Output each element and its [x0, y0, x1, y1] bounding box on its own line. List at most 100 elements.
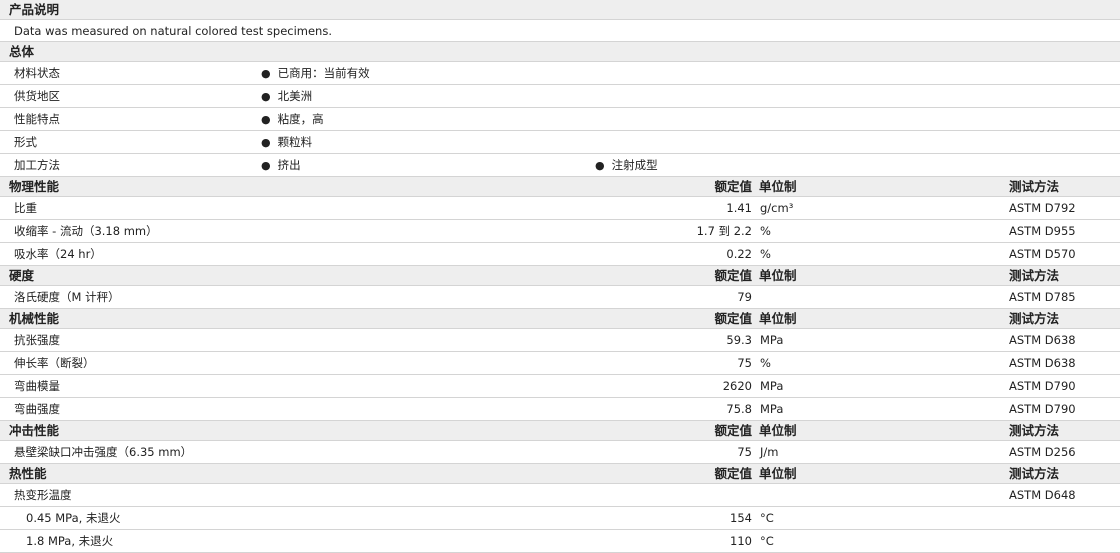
nominal-value: 110	[730, 534, 752, 548]
property-value-text: 颗粒料	[277, 135, 313, 149]
test-method-column-header: 测试方法	[1009, 268, 1060, 283]
property-label: 性能特点	[14, 112, 60, 126]
section-title: 物理性能	[9, 179, 60, 194]
general-rows: 材料状态 ● 已商用：当前有效 供货地区 ● 北美洲 性能特点 ● 粘度，高 形式 ● 颗粒料 加工方法…	[0, 62, 1120, 177]
property-label: 吸水率（24 hr）	[14, 247, 102, 261]
property-label: 热变形温度	[14, 488, 72, 502]
test-method: ASTM D570	[1009, 247, 1076, 261]
property-value-text: 北美洲	[277, 89, 313, 103]
hardness-header: 硬度 额定值 单位制 测试方法	[0, 266, 1120, 286]
test-method: ASTM D785	[1009, 290, 1076, 304]
general-row: 形式 ● 颗粒料	[0, 131, 1120, 154]
nominal-value: 75.8	[726, 402, 752, 416]
nominal-column-header: 额定值	[714, 179, 752, 194]
test-method: ASTM D790	[1009, 402, 1076, 416]
section-title: 机械性能	[9, 311, 60, 326]
property-label: 弯曲强度	[14, 402, 60, 416]
property-label: 1.8 MPa, 未退火	[26, 534, 114, 548]
product-description-row: Data was measured on natural colored tes…	[0, 20, 1120, 42]
nominal-value: 1.41	[726, 201, 752, 215]
property-value-text: 挤出	[277, 158, 301, 172]
property-label: 伸长率（断裂）	[14, 356, 95, 370]
property-label: 0.45 MPa, 未退火	[26, 511, 121, 525]
property-row: 1.8 MPa, 未退火 110 °C	[0, 530, 1120, 553]
unit-value: %	[760, 247, 771, 261]
bullet-icon: ●	[261, 159, 271, 172]
nominal-value: 2620	[722, 379, 752, 393]
thermal-header: 热性能 额定值 单位制 测试方法	[0, 464, 1120, 484]
property-label: 收缩率 - 流动（3.18 mm）	[14, 224, 158, 238]
product-description-text: Data was measured on natural colored tes…	[14, 24, 332, 38]
property-value: ● 颗粒料	[261, 131, 312, 154]
property-label: 加工方法	[14, 158, 60, 172]
property-value: ● 注射成型	[595, 154, 658, 177]
property-row: 弯曲强度 75.8 MPa ASTM D790	[0, 398, 1120, 421]
property-value-text: 粘度，高	[277, 112, 324, 126]
unit-column-header: 单位制	[759, 268, 797, 283]
unit-value: MPa	[760, 402, 784, 416]
unit-value: %	[760, 224, 771, 238]
mechanical-header: 机械性能 额定值 单位制 测试方法	[0, 309, 1120, 329]
unit-column-header: 单位制	[759, 466, 797, 481]
property-value: ● 已商用：当前有效	[261, 62, 370, 85]
section-title: 冲击性能	[9, 423, 60, 438]
test-method: ASTM D648	[1009, 488, 1076, 502]
property-label: 材料状态	[14, 66, 60, 80]
property-sections: 物理性能 额定值 单位制 测试方法 比重 1.41 g/cm³ ASTM D792 收缩率 - …	[0, 177, 1120, 553]
nominal-value: 75	[737, 445, 752, 459]
property-row: 伸长率（断裂） 75% ASTM D638	[0, 352, 1120, 375]
section-title: 热性能	[9, 466, 47, 481]
section-title: 硬度	[9, 268, 35, 283]
property-value-text: 注射成型	[611, 158, 658, 172]
property-label: 洛氏硬度（M 计秤）	[14, 290, 120, 304]
test-method-column-header: 测试方法	[1009, 311, 1060, 326]
general-header: 总体	[0, 42, 1120, 62]
nominal-value: 154	[730, 511, 752, 525]
datasheet: 产品说明 Data was measured on natural colore…	[0, 0, 1120, 553]
property-row: 收缩率 - 流动（3.18 mm） 1.7 到 2.2% ASTM D955	[0, 220, 1120, 243]
test-method: ASTM D638	[1009, 333, 1076, 347]
property-value: ● 粘度，高	[261, 108, 324, 131]
nominal-column-header: 额定值	[714, 268, 752, 283]
section-title: 总体	[9, 44, 35, 59]
property-label: 形式	[14, 135, 37, 149]
unit-value: J/m	[760, 445, 779, 459]
physical-header: 物理性能 额定值 单位制 测试方法	[0, 177, 1120, 197]
test-method: ASTM D790	[1009, 379, 1076, 393]
property-value-text: 已商用：当前有效	[277, 66, 370, 80]
test-method: ASTM D638	[1009, 356, 1076, 370]
bullet-icon: ●	[595, 159, 605, 172]
nominal-column-header: 额定值	[714, 423, 752, 438]
nominal-value: 0.22	[726, 247, 752, 261]
property-row: 悬壁梁缺口冲击强度（6.35 mm） 75 J/m ASTM D256	[0, 441, 1120, 464]
nominal-column-header: 额定值	[714, 311, 752, 326]
unit-value: °C	[760, 511, 774, 525]
bullet-icon: ●	[261, 90, 271, 103]
property-label: 弯曲模量	[14, 379, 60, 393]
general-row: 材料状态 ● 已商用：当前有效	[0, 62, 1120, 85]
property-row: 0.45 MPa, 未退火 154 °C	[0, 507, 1120, 530]
property-label: 抗张强度	[14, 333, 60, 347]
bullet-icon: ●	[261, 113, 271, 126]
unit-value: MPa	[760, 379, 784, 393]
nominal-value: 59.3	[726, 333, 752, 347]
general-row: 加工方法 ● 挤出 ● 注射成型	[0, 154, 1120, 177]
property-row: 吸水率（24 hr） 0.22% ASTM D570	[0, 243, 1120, 266]
unit-value: %	[760, 356, 771, 370]
section-title: 产品说明	[9, 2, 60, 17]
property-label: 比重	[14, 201, 37, 215]
general-row: 性能特点 ● 粘度，高	[0, 108, 1120, 131]
test-method-column-header: 测试方法	[1009, 179, 1060, 194]
unit-value: g/cm³	[760, 201, 794, 215]
unit-value: °C	[760, 534, 774, 548]
unit-column-header: 单位制	[759, 179, 797, 194]
test-method: ASTM D256	[1009, 445, 1076, 459]
bullet-icon: ●	[261, 67, 271, 80]
property-row: 热变形温度 ASTM D648	[0, 484, 1120, 507]
property-row: 洛氏硬度（M 计秤） 79 ASTM D785	[0, 286, 1120, 309]
general-row: 供货地区 ● 北美洲	[0, 85, 1120, 108]
property-row: 比重 1.41 g/cm³ ASTM D792	[0, 197, 1120, 220]
property-value: ● 北美洲	[261, 85, 312, 108]
property-label: 悬壁梁缺口冲击强度（6.35 mm）	[14, 445, 193, 459]
impact-header: 冲击性能 额定值 单位制 测试方法	[0, 421, 1120, 441]
